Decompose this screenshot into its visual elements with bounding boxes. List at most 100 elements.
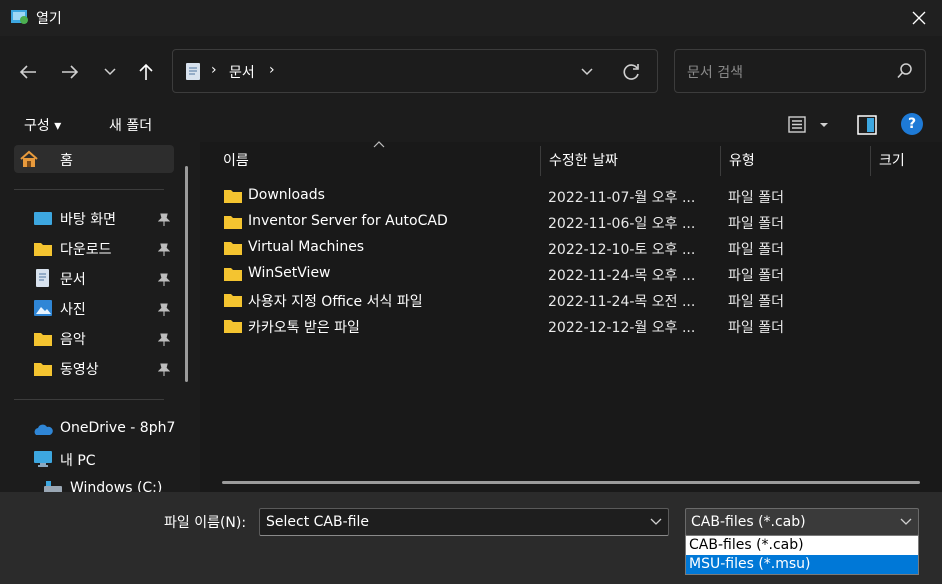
column-header-size[interactable]: 크기 <box>879 150 905 170</box>
sort-ascending-icon <box>373 141 385 148</box>
breadcrumb-separator: › <box>211 62 217 78</box>
search-icon[interactable] <box>897 63 913 79</box>
file-modified: 2022-11-06-일 오후 ... <box>548 216 696 232</box>
table-row[interactable]: Inventor Server for AutoCAD 2022-11-06-일… <box>200 209 942 235</box>
organize-button[interactable]: 구성 ▾ <box>24 115 61 135</box>
breadcrumb-separator[interactable]: › <box>269 62 275 78</box>
refresh-icon[interactable] <box>621 62 643 82</box>
sidebar-item-label: 동영상 <box>60 362 99 378</box>
recent-locations-button[interactable] <box>96 58 124 86</box>
folder-icon <box>224 320 242 333</box>
address-bar[interactable]: › 문서 › <box>172 49 658 93</box>
column-header-type[interactable]: 유형 <box>729 150 755 170</box>
drive-icon <box>44 481 62 492</box>
sidebar-item-label: OneDrive - 8ph7 <box>60 420 176 436</box>
help-icon: ? <box>907 116 917 132</box>
help-button[interactable]: ? <box>901 113 923 135</box>
filetype-option-msu[interactable]: MSU-files (*.msu) <box>686 555 918 574</box>
filetype-select[interactable]: CAB-files (*.cab) <box>685 508 919 536</box>
table-row[interactable]: WinSetView 2022-11-24-목 오후 ... 파일 폴더 <box>200 261 942 287</box>
file-modified: 2022-11-07-월 오후 ... <box>548 190 696 206</box>
folder-icon <box>224 190 242 203</box>
table-row[interactable]: Downloads 2022-11-07-월 오후 ... 파일 폴더 <box>200 183 942 209</box>
title-bar: 열기 <box>0 0 942 36</box>
search-box[interactable]: 문서 검색 <box>674 49 926 93</box>
filetype-value[interactable]: CAB-files (*.cab) <box>691 514 806 530</box>
up-button[interactable] <box>132 58 160 86</box>
sidebar-item-label: 음악 <box>60 332 86 348</box>
file-name: Virtual Machines <box>248 239 365 255</box>
file-name: 카카오톡 받은 파일 <box>248 320 360 336</box>
filename-field[interactable]: Select CAB-file <box>259 508 669 536</box>
column-separator[interactable] <box>540 146 541 176</box>
file-type: 파일 폴더 <box>728 216 784 232</box>
command-bar: 구성 ▾ 새 폴더 ? <box>0 106 942 142</box>
column-separator[interactable] <box>720 146 721 176</box>
pin-icon[interactable] <box>158 243 170 257</box>
close-icon <box>912 11 926 25</box>
pin-icon[interactable] <box>158 273 170 287</box>
arrow-right-icon <box>62 65 79 79</box>
file-type: 파일 폴더 <box>728 320 784 336</box>
breadcrumb-documents[interactable]: 문서 <box>229 62 255 82</box>
chevron-down-icon <box>104 68 116 76</box>
app-icon <box>11 10 28 24</box>
file-name: WinSetView <box>248 265 331 281</box>
close-button[interactable] <box>896 0 942 36</box>
file-modified: 2022-12-12-월 오후 ... <box>548 320 696 336</box>
file-type: 파일 폴더 <box>728 268 784 284</box>
document-icon <box>36 269 49 287</box>
pictures-icon <box>34 300 52 316</box>
file-name: Downloads <box>248 187 325 203</box>
sidebar-item-label: 바탕 화면 <box>60 212 116 228</box>
chevron-down-icon[interactable] <box>577 64 597 80</box>
filename-value[interactable]: Select CAB-file <box>266 514 369 530</box>
sidebar-divider <box>14 399 164 400</box>
preview-pane-icon[interactable] <box>856 114 878 136</box>
sidebar-item-label: 사진 <box>60 302 86 318</box>
pc-icon <box>34 451 52 467</box>
sidebar-item-label: 내 PC <box>60 453 96 469</box>
home-icon <box>20 150 38 167</box>
folder-icon <box>224 242 242 255</box>
filename-label: 파일 이름(N): <box>164 515 247 531</box>
chevron-down-icon[interactable] <box>900 518 912 526</box>
filetype-dropdown-list: CAB-files (*.cab) MSU-files (*.msu) <box>685 535 919 575</box>
sidebar-scrollbar[interactable] <box>185 166 188 382</box>
sidebar-divider <box>14 189 164 190</box>
horizontal-scrollbar[interactable] <box>222 481 920 484</box>
column-header-name[interactable]: 이름 <box>223 150 249 170</box>
folder-icon <box>224 268 242 281</box>
file-name: 사용자 지정 Office 서식 파일 <box>248 294 423 310</box>
column-separator[interactable] <box>870 146 871 176</box>
search-input[interactable]: 문서 검색 <box>687 62 743 82</box>
column-header-modified[interactable]: 수정한 날짜 <box>549 150 618 170</box>
navigation-pane: 홈 바탕 화면 다운로드 문서 사진 음악 동영상 OneDrive - 8ph… <box>0 142 192 492</box>
onedrive-icon <box>34 424 53 435</box>
window-title: 열기 <box>36 11 62 27</box>
filetype-option-cab[interactable]: CAB-files (*.cab) <box>686 536 918 555</box>
file-type: 파일 폴더 <box>728 242 784 258</box>
document-icon <box>186 63 200 80</box>
desktop-icon <box>34 212 52 225</box>
back-button[interactable] <box>14 58 42 86</box>
folder-icon <box>224 216 242 229</box>
file-type: 파일 폴더 <box>728 190 784 206</box>
file-modified: 2022-12-10-토 오후 ... <box>548 242 696 258</box>
pin-icon[interactable] <box>158 213 170 227</box>
table-row[interactable]: 카카오톡 받은 파일 2022-12-12-월 오후 ... 파일 폴더 <box>200 313 942 339</box>
table-row[interactable]: Virtual Machines 2022-12-10-토 오후 ... 파일 … <box>200 235 942 261</box>
arrow-left-icon <box>19 65 36 79</box>
view-options-icon[interactable] <box>786 114 834 136</box>
pin-icon[interactable] <box>158 363 170 377</box>
pin-icon[interactable] <box>158 303 170 317</box>
table-row[interactable]: 사용자 지정 Office 서식 파일 2022-11-24-목 오전 ... … <box>200 287 942 313</box>
pin-icon[interactable] <box>158 333 170 347</box>
new-folder-button[interactable]: 새 폴더 <box>109 115 152 135</box>
file-list: 이름 수정한 날짜 유형 크기 Downloads 2022-11-07-월 오… <box>200 141 942 492</box>
folder-icon <box>34 333 52 346</box>
folder-icon <box>34 363 52 376</box>
sidebar-item-label: 문서 <box>60 272 86 288</box>
chevron-down-icon[interactable] <box>650 518 662 526</box>
forward-button[interactable] <box>56 58 84 86</box>
